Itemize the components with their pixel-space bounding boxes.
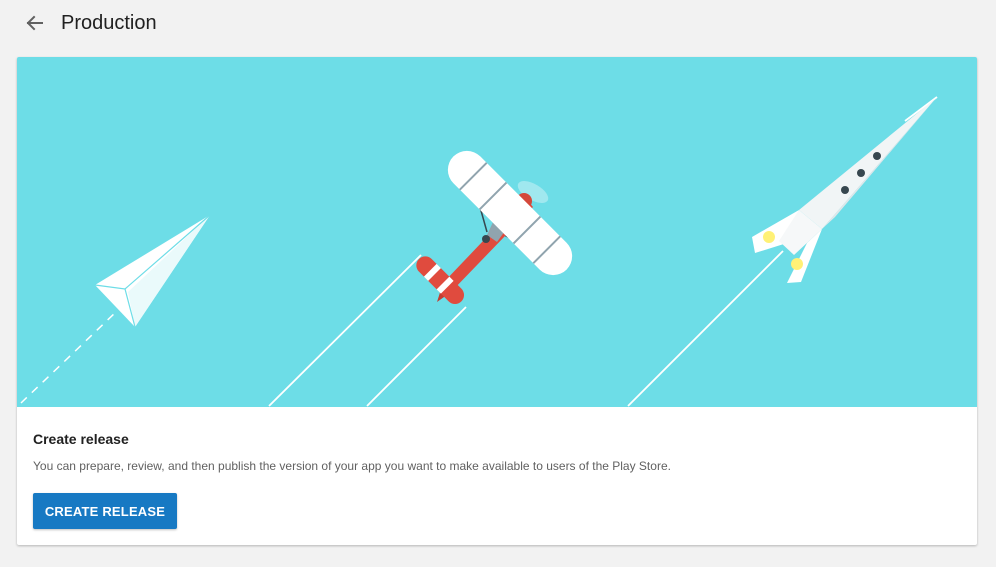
create-release-card: Create release You can prepare, review, …: [17, 57, 977, 545]
card-title: Create release: [33, 431, 129, 447]
back-button[interactable]: [22, 10, 48, 36]
card-description: You can prepare, review, and then publis…: [33, 459, 671, 473]
arrow-back-icon: [26, 15, 43, 31]
rocket-trail: [627, 250, 784, 407]
top-bar: Production: [0, 0, 996, 46]
biplane-trail-right: [366, 306, 467, 407]
hero-illustration: [17, 57, 977, 407]
biplane-trail-left: [268, 254, 422, 407]
paper-plane-trail: [20, 310, 118, 404]
create-release-button[interactable]: CREATE RELEASE: [33, 493, 177, 529]
page-title: Production: [61, 12, 157, 34]
biplane-icon: [416, 150, 573, 305]
paper-plane-icon: [94, 214, 211, 328]
